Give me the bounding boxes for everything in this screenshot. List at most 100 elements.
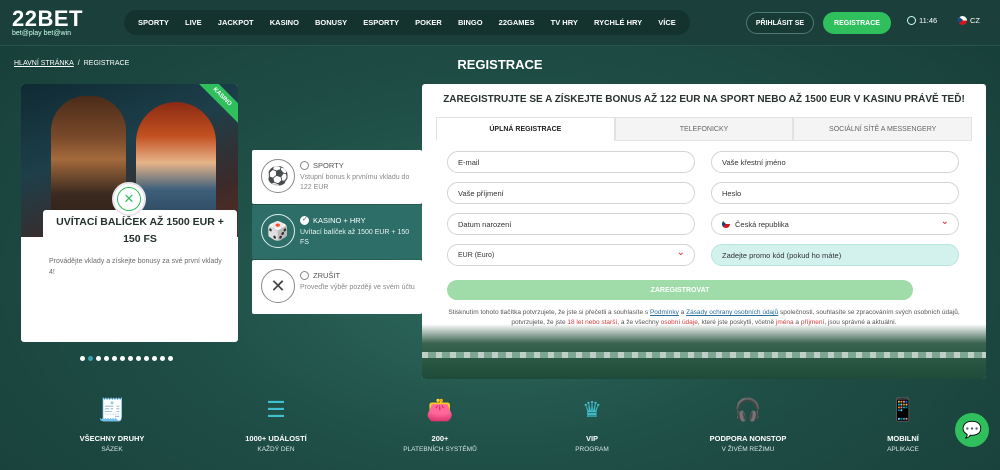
slider-dot[interactable] [160,356,165,361]
slider-dot[interactable] [80,356,85,361]
country-value: Česká republika [735,219,789,229]
terms-part: Stisknutím tohoto tlačítka potvrzujete, … [448,309,650,316]
feature-title: MOBILNÍ [887,434,919,443]
breadcrumb-separator: / [77,60,80,67]
bonus-option-kasino[interactable]: 🎲 KASINO + HRY Uvítací balíček až 1500 E… [252,205,422,259]
features-bar: 🧾 VŠECHNY DRUHY SÁZEK ☰ 1000+ UDÁLOSTÍ K… [0,395,1000,470]
option-title: ZRUŠIT [313,271,341,280]
feature-subtitle: KAŽDÝ DEN [257,446,295,453]
feature-title: VŠECHNY DRUHY [79,434,145,443]
czech-flag-icon [722,220,730,228]
slider-dot[interactable] [112,356,117,361]
breadcrumb-home[interactable]: HLAVNÍ STRÁNKA [14,60,74,67]
feature-support: 🎧 PODPORA NONSTOP V ŽIVÉM REŽIMU [688,395,808,453]
breadcrumb: HLAVNÍ STRÁNKA / REGISTRACE [14,60,129,67]
option-desc: Vstupní bonus k prvnímu vkladu do 122 EU… [300,174,410,191]
nav-jackpot[interactable]: JACKPOT [218,18,254,27]
option-radio[interactable] [300,271,309,280]
password-field[interactable]: Heslo [711,182,959,204]
privacy-link[interactable]: Zásady ochrany osobních údajů [686,309,778,316]
nav-tv-hry[interactable]: TV HRY [551,18,578,27]
clock-time: 11:46 [919,16,938,25]
cancel-icon: ✕ [261,269,295,303]
slider-dot[interactable] [120,356,125,361]
nav-bingo[interactable]: BINGO [458,18,483,27]
submit-registration-button[interactable]: ZAREGISTROVAT [447,280,913,300]
logo-text: 22BET [12,6,83,31]
feature-title: PODPORA NONSTOP [709,434,787,443]
wallet-icon: 👛 [426,397,454,422]
czech-flag-icon [958,16,967,25]
promo-code-field[interactable]: Zadejte promo kód (pokud ho máte) [711,244,959,266]
feature-events: ☰ 1000+ UDÁLOSTÍ KAŽDÝ DEN [216,395,336,453]
slider-dot-active[interactable] [88,356,93,361]
option-radio[interactable] [300,215,309,225]
stadium-lights [422,352,986,358]
tab-social[interactable]: SOCIÁLNÍ SÍTĚ A MESSENGERY [793,117,973,141]
feature-subtitle: V ŽIVÉM REŽIMU [721,446,775,453]
tab-phone[interactable]: TELEFONICKY [614,117,794,141]
feature-title: VIP [585,434,599,443]
chat-button[interactable]: 💬 [955,413,989,447]
feature-subtitle: SÁZEK [101,446,123,453]
feature-subtitle: APLIKACE [887,446,919,453]
slider-dot[interactable] [96,356,101,361]
list-icon: ☰ [266,397,286,422]
nav-vice[interactable]: VÍCE [658,18,676,27]
slider-dot[interactable] [104,356,109,361]
tab-full-registration[interactable]: ÚPLNÁ REGISTRACE [436,117,615,141]
slider-dot[interactable] [128,356,133,361]
feature-mobile: 📱 MOBILNÍ APLIKACE [843,395,963,453]
country-select[interactable]: Česká republika [711,213,959,235]
feature-title: 1000+ UDÁLOSTÍ [245,434,307,443]
nav-esporty[interactable]: ESPORTY [363,18,399,27]
currency-select[interactable]: EUR (Euro) [447,244,695,266]
register-button[interactable]: REGISTRACE [823,12,891,34]
mobile-icon: 📱 [889,397,917,422]
slider-dot[interactable] [152,356,157,361]
casino-chips-icon: 🎲 [261,214,295,248]
nav-sporty[interactable]: SPORTY [138,18,169,27]
registration-tabs: ÚPLNÁ REGISTRACE TELEFONICKY SOCIÁLNÍ SÍ… [436,117,973,141]
feature-vip: ♛ VIP PROGRAM [532,395,652,453]
feature-subtitle: PLATEBNÍCH SYSTÉMŮ [403,446,477,453]
feature-payments: 👛 200+ PLATEBNÍCH SYSTÉMŮ [380,395,500,453]
login-button[interactable]: PŘIHLÁSIT SE [746,12,814,34]
logo[interactable]: 22BET bet@play bet@win [12,6,102,40]
language-selector[interactable]: CZ [958,16,980,25]
registration-headline: ZAREGISTRUJTE SE A ZÍSKEJTE BONUS AŽ 122… [443,94,965,105]
slider-dot[interactable] [168,356,173,361]
bonus-option-zrusit[interactable]: ✕ ZRUŠIT Proveďte výběr později ve svém … [252,260,422,314]
option-title: KASINO + HRY [313,216,366,225]
birth-date-field[interactable]: Datum narození [447,213,695,235]
nav-poker[interactable]: POKER [415,18,442,27]
bonus-option-sporty[interactable]: ⚽ SPORTY Vstupní bonus k prvnímu vkladu … [252,150,422,204]
feature-bet-types: 🧾 VŠECHNY DRUHY SÁZEK [52,395,172,453]
option-desc: Proveďte výběr později ve svém účtu [300,284,415,291]
nav-22games[interactable]: 22GAMES [499,18,535,27]
nav-live[interactable]: LIVE [185,18,202,27]
casino-chip-icon: ✕ [117,187,141,211]
main-nav: SPORTY LIVE JACKPOT KASINO BONUSY ESPORT… [124,10,690,35]
first-name-field[interactable]: Vaše křestní jméno [711,151,959,173]
slider-dot[interactable] [136,356,141,361]
bonus-title: UVÍTACÍ BALÍČEK AŽ 1500 EUR + 150 FS [43,210,237,248]
bonus-card: KASINO UVÍTACÍ BALÍČEK AŽ 1500 EUR + 150… [21,84,238,342]
slider-dot[interactable] [144,356,149,361]
headset-icon: 🎧 [734,397,762,422]
email-field[interactable]: E-mail [447,151,695,173]
option-radio[interactable] [300,161,309,170]
feature-title: 200+ [431,434,449,443]
chat-bubble-icon: 💬 [962,422,982,439]
registration-panel: ZAREGISTRUJTE SE A ZÍSKEJTE BONUS AŽ 122… [422,84,986,379]
nav-bonusy[interactable]: BONUSY [315,18,347,27]
slider-dots [80,356,173,361]
nav-rychle-hry[interactable]: RYCHLÉ HRY [594,18,642,27]
bonus-description: Provádějte vklady a získejte bonusy za s… [49,258,222,276]
last-name-field[interactable]: Vaše příjmení [447,182,695,204]
terms-link[interactable]: Podmínky [650,309,679,316]
top-header: 22BET bet@play bet@win SPORTY LIVE JACKP… [0,0,1000,46]
clock[interactable]: 11:46 [907,16,937,25]
feature-subtitle: PROGRAM [575,446,609,453]
nav-kasino[interactable]: KASINO [270,18,299,27]
